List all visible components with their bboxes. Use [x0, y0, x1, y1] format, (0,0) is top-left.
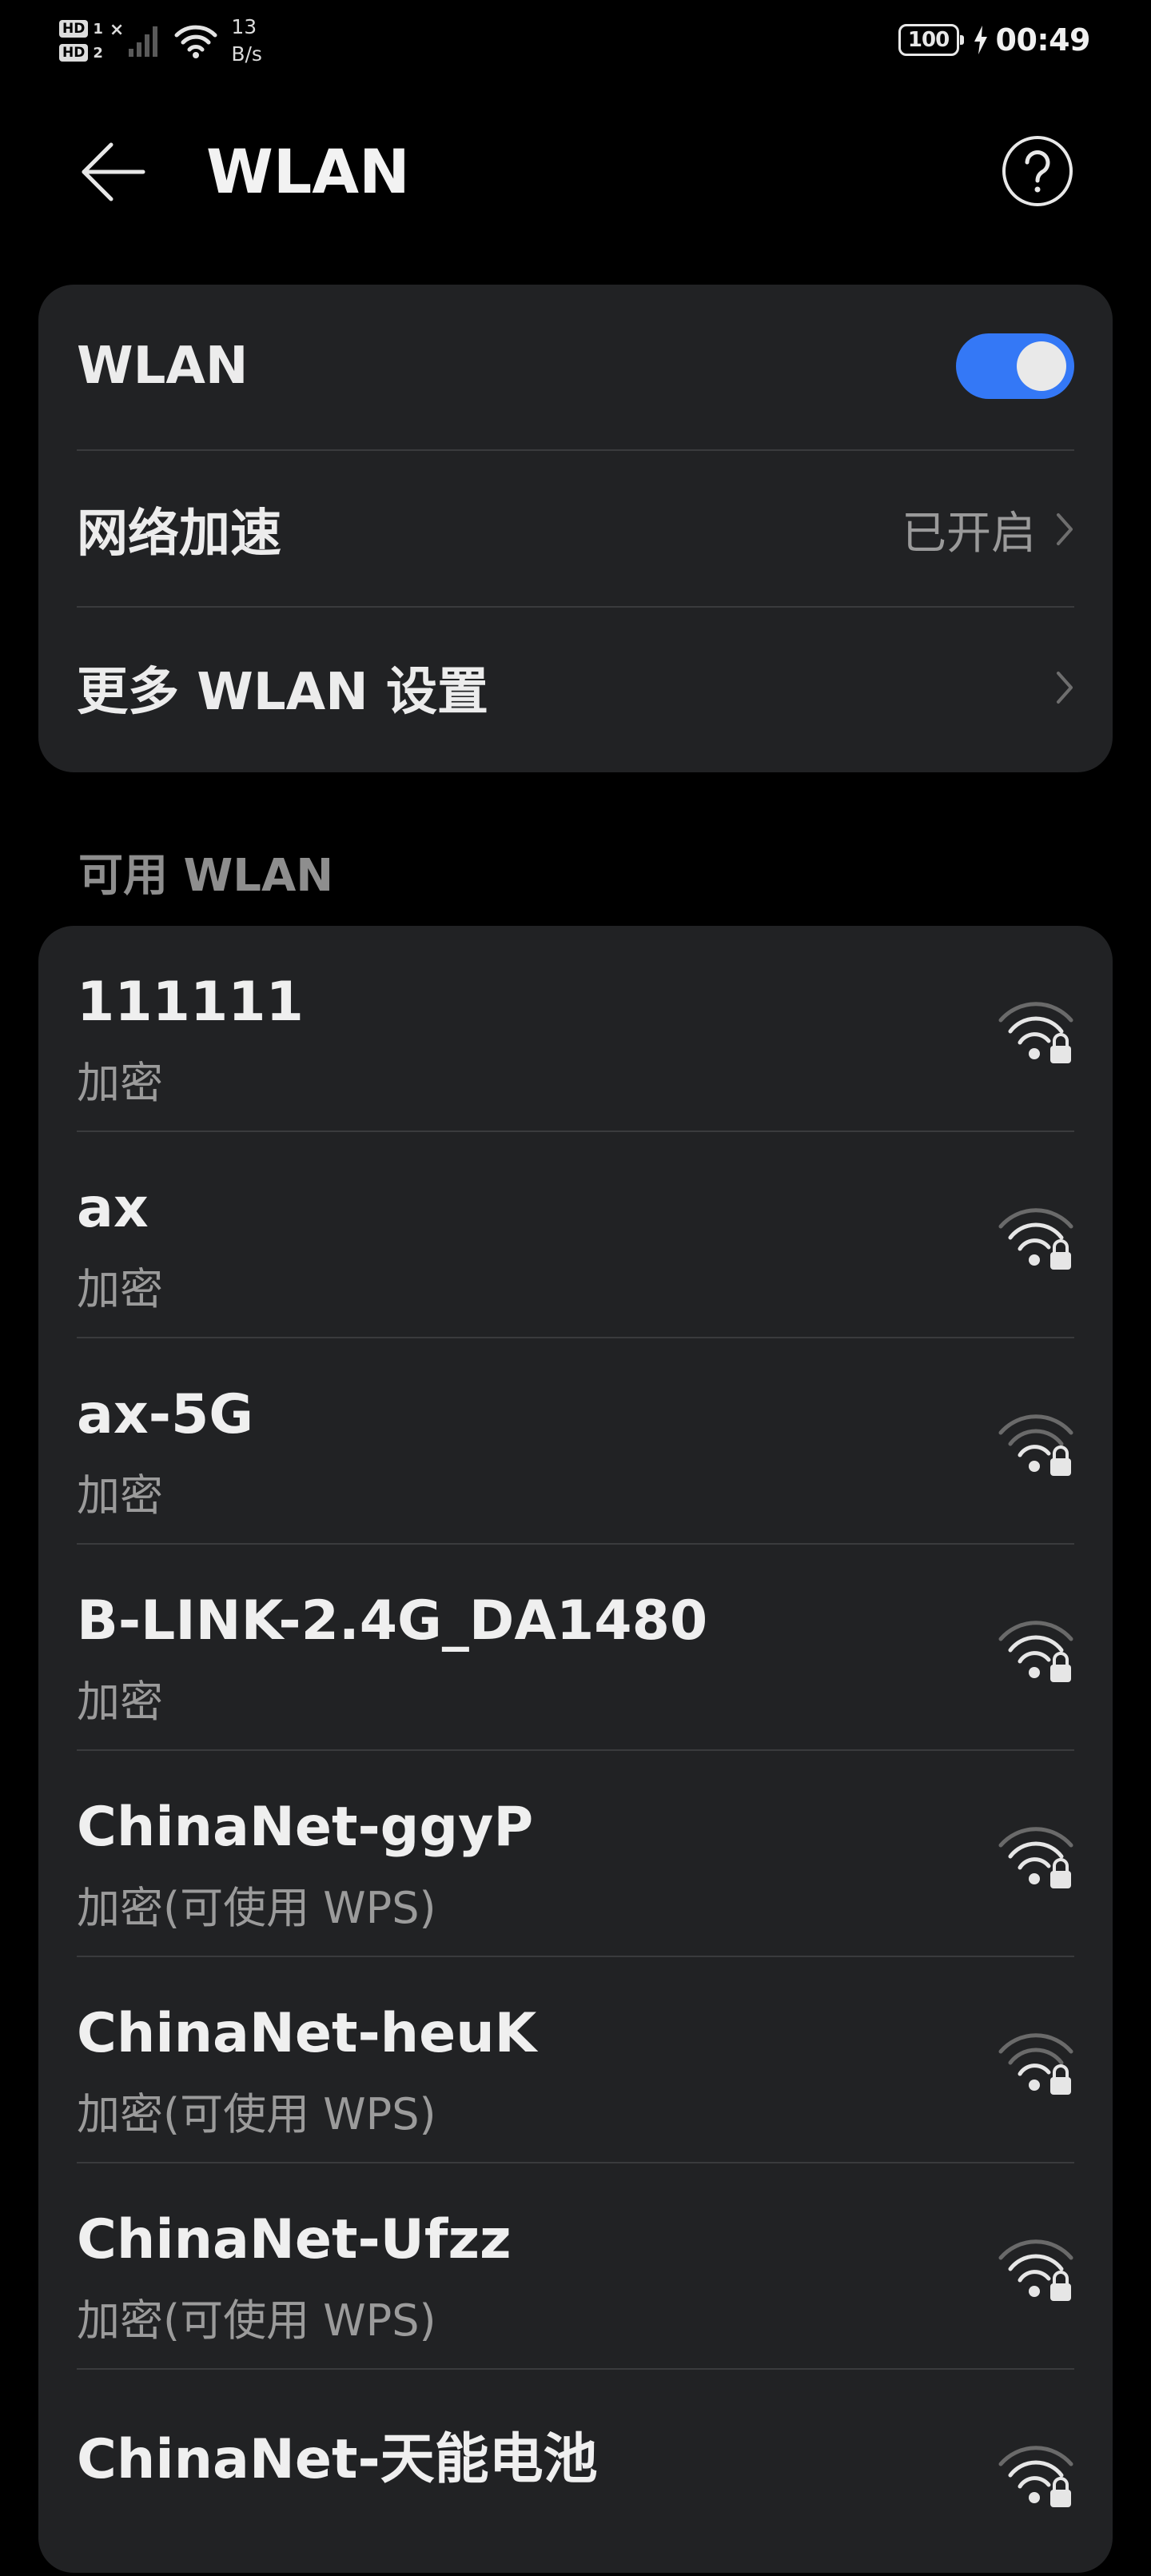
network-security: 加密 [77, 1264, 163, 1314]
wlan-toggle-switch[interactable] [956, 333, 1074, 399]
network-item[interactable]: ax-5G 加密 [77, 1338, 1074, 1545]
sim1-number: 1 [93, 20, 103, 38]
network-security: 加密 [77, 1470, 163, 1521]
chevron-right-icon [1057, 672, 1073, 704]
network-item[interactable]: ChinaNet-Ufzz 加密(可使用 WPS) [77, 2163, 1074, 2370]
wifi-locked-icon [998, 1414, 1073, 1476]
wifi-locked-icon [998, 2239, 1073, 2301]
network-acceleration-row[interactable]: 网络加速 已开启 [77, 451, 1074, 608]
help-icon [1002, 136, 1073, 206]
battery-icon: 100 [898, 24, 964, 56]
network-name: ax [77, 1177, 149, 1240]
network-item[interactable]: B-LINK-2.4G_DA1480 加密 [77, 1545, 1074, 1751]
sim2-number: 2 [93, 44, 103, 62]
network-security: 加密(可使用 WPS) [77, 2089, 436, 2139]
help-button[interactable] [998, 131, 1077, 211]
network-security: 加密 [77, 1058, 163, 1108]
wifi-locked-icon [998, 1621, 1073, 1682]
hd-badge: HD [59, 20, 89, 38]
network-item[interactable]: ChinaNet-heuK 加密(可使用 WPS) [77, 1957, 1074, 2163]
status-right: 100 00:49 [898, 18, 1091, 62]
network-security: 加密(可使用 WPS) [77, 2295, 436, 2346]
page-title: WLAN [206, 136, 410, 207]
wlan-toggle-row[interactable]: WLAN [77, 285, 1074, 448]
clock: 00:49 [995, 22, 1091, 58]
chevron-right-icon [1057, 513, 1073, 545]
network-speed: 13 B/s [231, 14, 262, 68]
network-acceleration-label: 网络加速 [77, 504, 281, 564]
battery-level: 100 [907, 28, 950, 52]
back-button[interactable] [77, 136, 149, 208]
network-item[interactable]: 111111 加密 [77, 926, 1074, 1132]
app-bar: WLAN [0, 112, 1151, 232]
network-name: ChinaNet-ggyP [77, 1796, 534, 1859]
wifi-locked-icon [998, 1002, 1073, 1063]
network-name: ChinaNet-天能电池 [77, 2428, 598, 2491]
sim-indicators: HD 1 HD 2 [59, 20, 103, 62]
wlan-label: WLAN [77, 337, 249, 396]
more-wlan-settings-row[interactable]: 更多 WLAN 设置 [77, 608, 1074, 768]
network-name: ChinaNet-heuK [77, 2002, 537, 2065]
network-security: 加密(可使用 WPS) [77, 1883, 436, 1933]
wifi-locked-icon [998, 1827, 1073, 1888]
hd-badge: HD [59, 44, 89, 62]
available-wlan-header: 可用 WLAN [78, 850, 334, 902]
no-signal-icon: × [109, 19, 125, 40]
more-wlan-settings-label: 更多 WLAN 设置 [77, 663, 489, 722]
network-name: ax-5G [77, 1383, 254, 1446]
acceleration-status: 已开启 [902, 507, 1036, 560]
speed-value: 13 [231, 15, 257, 38]
charging-bolt-icon [974, 26, 987, 54]
wifi-locked-icon [998, 2446, 1073, 2507]
available-networks-list: 111111 加密 ax 加密 ax-5G 加密 B-LINK-2.4G_DA1… [38, 926, 1113, 2573]
network-name: B-LINK-2.4G_DA1480 [77, 1589, 708, 1653]
sim2-indicator: HD 2 [59, 44, 103, 62]
speed-unit: B/s [231, 42, 262, 66]
toggle-knob [1017, 341, 1066, 391]
back-arrow-icon [82, 142, 145, 201]
network-name: 111111 [77, 971, 304, 1034]
sim1-indicator: HD 1 [59, 20, 103, 38]
status-bar: HD 1 HD 2 × 13 B/s 100 00:49 [0, 0, 1151, 80]
network-acceleration-value: 已开启 [902, 497, 1074, 562]
status-left: HD 1 HD 2 × 13 B/s [59, 13, 262, 69]
signal-bars-icon [129, 26, 158, 57]
network-name: ChinaNet-Ufzz [77, 2208, 512, 2271]
wifi-locked-icon [998, 2033, 1073, 2095]
network-item[interactable]: ChinaNet-ggyP 加密(可使用 WPS) [77, 1751, 1074, 1957]
network-security: 加密 [77, 1677, 163, 1727]
settings-card: WLAN 网络加速 已开启 更多 WLAN 设置 [38, 285, 1113, 772]
wifi-locked-icon [998, 1208, 1073, 1270]
wifi-status-icon [174, 25, 217, 58]
network-item[interactable]: ax 加密 [77, 1132, 1074, 1338]
network-item[interactable]: ChinaNet-天能电池 [77, 2370, 1074, 2576]
